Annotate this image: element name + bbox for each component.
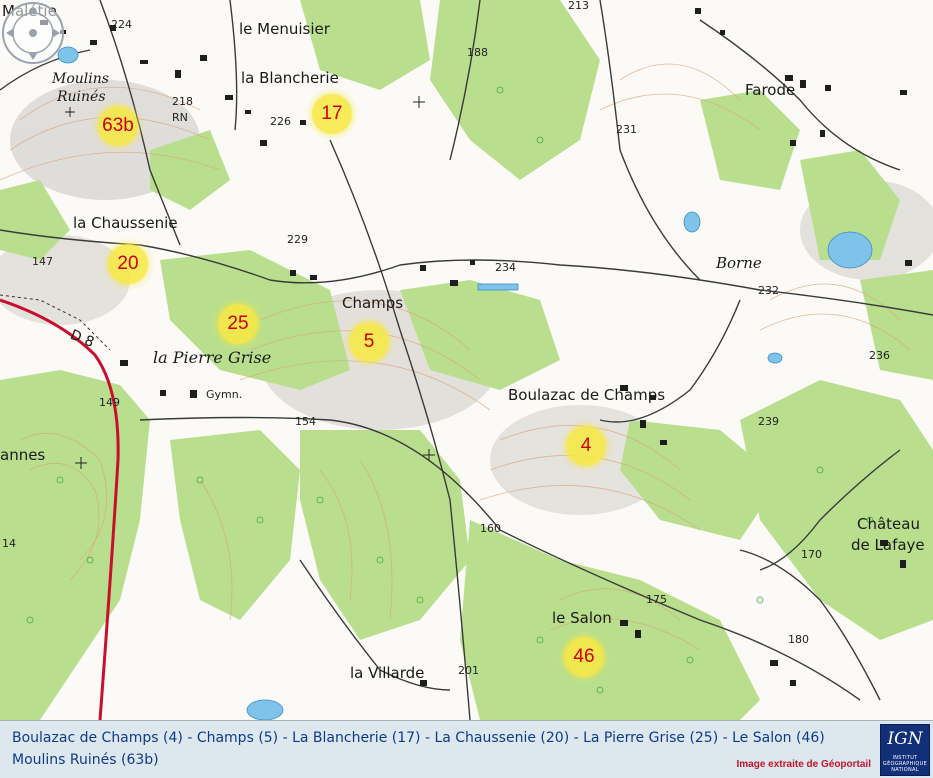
altitude: 147 [32,255,53,268]
map-marker[interactable]: 46 [564,637,604,677]
place-chateau: Château [857,515,920,533]
altitude: 188 [467,46,488,59]
place-la-chaussenie: la Chaussenie [73,214,178,232]
place-le-salon: le Salon [552,609,612,627]
map-marker[interactable]: 20 [108,244,148,284]
label-rn: RN [172,111,188,124]
place-boulazac-de-champs: Boulazac de Champs [508,386,666,404]
ign-logo-subtitle: INSTITUT GÉOGRAPHIQUE NATIONAL [882,755,928,773]
altitude: 229 [287,233,308,246]
altitude: 218 [172,95,193,108]
place-annes: annes [0,446,46,464]
map-marker[interactable]: 17 [312,94,352,134]
altitude: 232 [758,284,779,297]
ign-logo-icon[interactable]: IGN INSTITUT GÉOGRAPHIQUE NATIONAL [880,724,930,776]
ign-logo-text: IGN [887,729,923,749]
altitude: 180 [788,633,809,646]
altitude: 236 [869,349,890,362]
map-background [0,0,933,720]
place-borne: Borne [716,254,762,272]
altitude: 154 [295,415,316,428]
altitude: 160 [480,522,501,535]
altitude: 170 [801,548,822,561]
altitude: 234 [495,261,516,274]
map-marker[interactable]: 4 [566,426,606,466]
compass-icon[interactable] [0,0,66,66]
place-la-pierre-grise: la Pierre Grise [153,348,272,367]
altitude: 231 [616,123,637,136]
place-le-menuisier: le Menuisier [239,20,330,38]
label-gymn: Gymn. [206,388,243,401]
map-marker[interactable]: 25 [218,304,258,344]
place-la-villarde: la Villarde [350,664,425,682]
altitude: 224 [111,18,132,31]
map-marker[interactable]: 63b [98,106,138,146]
place-farode: Farode [745,81,796,99]
altitude: 175 [646,593,667,606]
altitude: 149 [99,396,120,409]
altitude: 239 [758,415,779,428]
place-ruines: Ruinés [57,89,106,105]
altitude: 226 [270,115,291,128]
topographic-map[interactable]: Malétie le Menuisier la Blancherie Mouli… [0,0,933,720]
legend-line-1: Boulazac de Champs (4) - Champs (5) - La… [12,730,825,746]
legend-footer: Boulazac de Champs (4) - Champs (5) - La… [0,720,933,778]
place-champs: Champs [342,294,404,312]
altitude: 213 [568,0,589,12]
place-de-lafaye: de Lafaye [851,536,925,554]
legend-line-2: Moulins Ruinés (63b) [12,752,159,768]
place-moulins: Moulins [52,71,109,87]
map-marker[interactable]: 5 [349,322,389,362]
altitude: 201 [458,664,479,677]
altitude: 14 [2,537,16,550]
place-la-blancherie: la Blancherie [241,69,339,87]
credit-text: Image extraite de Géoportail [736,759,872,770]
